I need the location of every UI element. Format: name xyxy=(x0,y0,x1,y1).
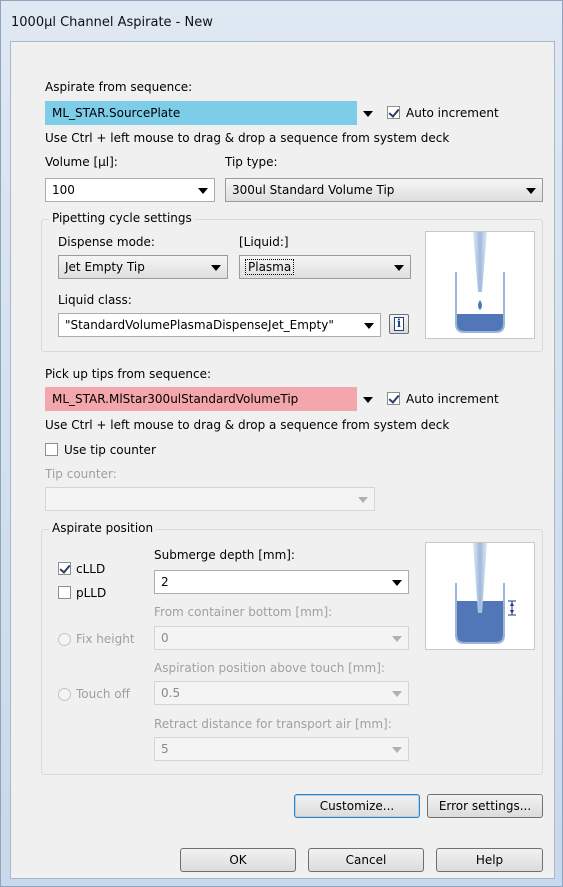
from-bottom-value: 0 xyxy=(161,631,169,645)
from-bottom-combo[interactable]: 0 xyxy=(154,626,409,650)
aspirate-drag-hint: Use Ctrl + left mouse to drag & drop a s… xyxy=(45,131,450,145)
above-touch-label: Aspiration position above touch [mm]: xyxy=(154,661,385,675)
tip-type-value: 300ul Standard Volume Tip xyxy=(232,183,395,197)
above-touch-dropdown-icon xyxy=(392,691,402,697)
fix-height-label: Fix height xyxy=(76,632,135,646)
volume-dropdown-icon xyxy=(198,188,208,194)
dispense-mode-dropdown-icon xyxy=(211,265,221,271)
dialog-window: 1000µl Channel Aspirate - New Aspirate f… xyxy=(0,0,563,887)
clld-checkbox[interactable] xyxy=(58,562,71,575)
fix-height-radio[interactable] xyxy=(58,633,71,646)
tips-drag-hint: Use Ctrl + left mouse to drag & drop a s… xyxy=(45,418,450,432)
retract-distance-dropdown-icon xyxy=(392,747,402,753)
tip-counter-label: Tip counter: xyxy=(45,467,117,481)
touch-off-label: Touch off xyxy=(76,687,130,701)
dialog-client-area: Aspirate from sequence: ML_STAR.SourcePl… xyxy=(10,41,555,879)
aspirate-sequence-label: Aspirate from sequence: xyxy=(45,80,193,94)
aspirate-illustration xyxy=(425,542,535,650)
volume-value: 100 xyxy=(52,183,75,197)
retract-distance-combo[interactable]: 5 xyxy=(154,737,409,761)
tips-sequence-dropdown-icon[interactable] xyxy=(363,397,373,403)
tip-type-combo[interactable]: 300ul Standard Volume Tip xyxy=(225,178,543,202)
retract-distance-value: 5 xyxy=(161,742,169,756)
tips-auto-increment-label: Auto increment xyxy=(406,392,499,406)
tips-sequence-combo[interactable]: ML_STAR.MlStar300ulStandardVolumeTip xyxy=(45,387,357,411)
tip-type-dropdown-icon xyxy=(526,188,536,194)
tube-submerge-icon xyxy=(455,543,516,644)
tip-type-label: Tip type: xyxy=(225,155,278,169)
aspirate-auto-increment-label: Auto increment xyxy=(406,106,499,120)
dispense-illustration xyxy=(425,231,535,339)
use-tip-counter-checkbox[interactable] xyxy=(45,443,58,456)
info-icon: i xyxy=(394,317,404,331)
aspirate-sequence-dropdown-icon[interactable] xyxy=(363,111,373,117)
from-bottom-dropdown-icon xyxy=(392,636,402,642)
ok-button[interactable]: OK xyxy=(180,848,296,872)
pipetting-cycle-group-title: Pipetting cycle settings xyxy=(49,211,195,225)
volume-combo[interactable]: 100 xyxy=(45,178,215,202)
retract-distance-label: Retract distance for transport air [mm]: xyxy=(154,717,392,731)
above-touch-combo[interactable]: 0.5 xyxy=(154,681,409,705)
liquid-class-value: "StandardVolumePlasmaDispenseJet_Empty" xyxy=(65,318,334,332)
liquid-class-label: Liquid class: xyxy=(58,293,132,307)
aspirate-position-group-title: Aspirate position xyxy=(49,521,157,535)
submerge-depth-value: 2 xyxy=(161,575,169,589)
aspirate-sequence-value: ML_STAR.SourcePlate xyxy=(52,106,181,120)
dialog-title: 1000µl Channel Aspirate - New xyxy=(11,15,213,30)
tip-counter-combo[interactable] xyxy=(45,487,375,511)
liquid-value: Plasma xyxy=(244,259,295,275)
cancel-button[interactable]: Cancel xyxy=(308,848,424,872)
aspirate-sequence-combo[interactable]: ML_STAR.SourcePlate xyxy=(45,101,357,125)
tips-sequence-value: ML_STAR.MlStar300ulStandardVolumeTip xyxy=(52,392,299,406)
tube-dispense-icon xyxy=(455,232,505,333)
from-bottom-label: From container bottom [mm]: xyxy=(154,605,333,619)
volume-label: Volume [µl]: xyxy=(45,155,118,169)
liquid-class-combo[interactable]: "StandardVolumePlasmaDispenseJet_Empty" xyxy=(58,313,381,337)
tips-auto-increment-checkbox[interactable] xyxy=(387,392,400,405)
touch-off-radio[interactable] xyxy=(58,688,71,701)
plld-checkbox[interactable] xyxy=(58,586,71,599)
liquid-class-info-button[interactable]: i xyxy=(389,314,409,334)
liquid-combo[interactable]: Plasma xyxy=(239,255,411,279)
submerge-depth-combo[interactable]: 2 xyxy=(154,570,409,594)
above-touch-value: 0.5 xyxy=(161,686,181,700)
use-tip-counter-label: Use tip counter xyxy=(64,443,156,457)
tips-sequence-label: Pick up tips from sequence: xyxy=(45,367,212,381)
liquid-dropdown-icon xyxy=(394,265,404,271)
liquid-label: [Liquid:] xyxy=(239,235,289,249)
dispense-mode-label: Dispense mode: xyxy=(58,235,155,249)
submerge-depth-label: Submerge depth [mm]: xyxy=(154,548,295,562)
dispense-mode-value: Jet Empty Tip xyxy=(65,260,145,274)
error-settings-button[interactable]: Error settings... xyxy=(427,794,543,818)
plld-label: pLLD xyxy=(76,586,107,600)
aspirate-auto-increment-checkbox[interactable] xyxy=(387,106,400,119)
help-button[interactable]: Help xyxy=(436,848,543,872)
customize-button[interactable]: Customize... xyxy=(294,794,420,818)
clld-label: cLLD xyxy=(76,562,106,576)
tip-counter-dropdown-icon xyxy=(358,497,368,503)
liquid-class-dropdown-icon xyxy=(364,323,374,329)
dispense-mode-combo[interactable]: Jet Empty Tip xyxy=(58,255,228,279)
submerge-depth-dropdown-icon xyxy=(392,580,402,586)
